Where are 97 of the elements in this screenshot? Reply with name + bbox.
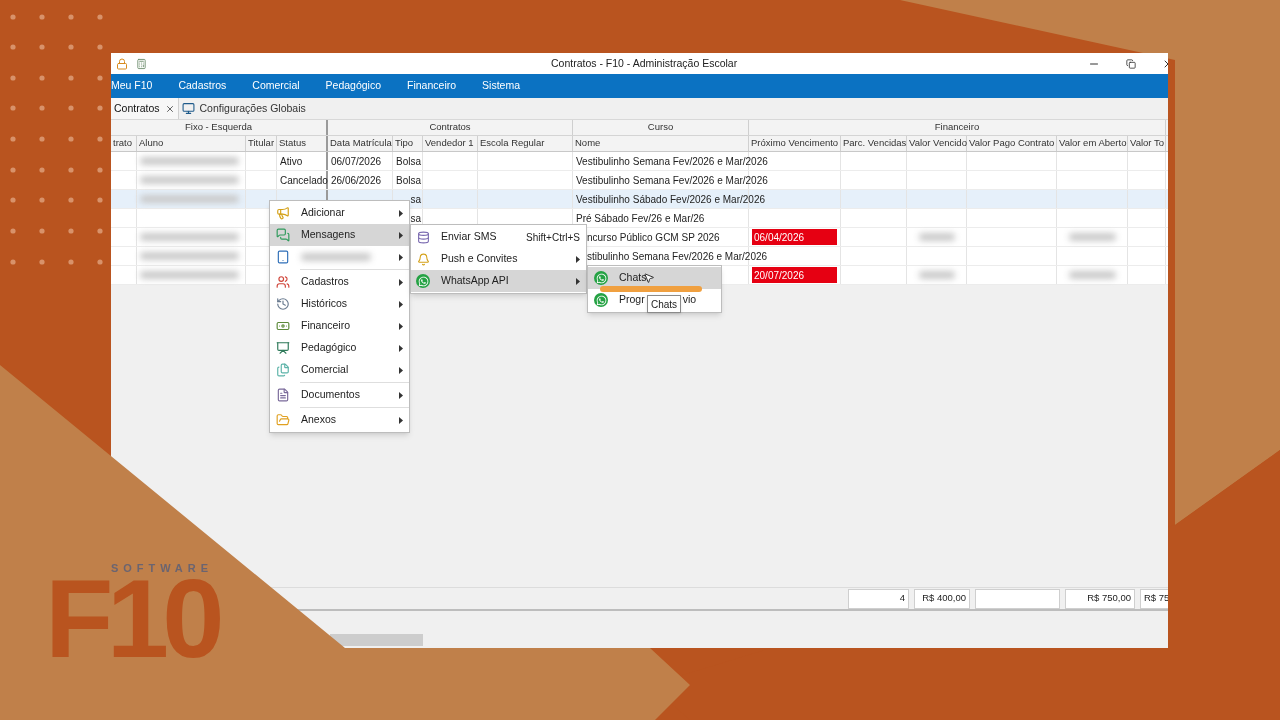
history-icon xyxy=(276,297,290,311)
documents-icon xyxy=(276,363,290,377)
due-date-cell: 06/04/2026 xyxy=(752,229,837,245)
document-icon xyxy=(276,388,290,402)
column-header[interactable]: Valor Vencido xyxy=(907,136,967,151)
caret-icon xyxy=(399,416,403,424)
column-header[interactable]: Tipo xyxy=(393,136,423,151)
table-cell-text: 06/07/2026 xyxy=(331,154,382,169)
close-tab-icon[interactable] xyxy=(164,103,175,114)
caret-icon xyxy=(399,253,403,261)
caret-icon xyxy=(576,255,580,263)
column-header[interactable]: Titular xyxy=(246,136,277,151)
caret-icon xyxy=(399,366,403,374)
menu-item[interactable]: Mensagens xyxy=(270,224,409,246)
column-header[interactable]: Data Matrícula xyxy=(328,136,393,151)
table-cell-text: Vestibulinho Semana Fev/2026 e Mar/2026 xyxy=(576,154,768,169)
people-icon xyxy=(276,275,290,289)
column-header[interactable]: trato xyxy=(111,136,137,151)
shortcut-text: Shift+Ctrl+S xyxy=(526,230,580,245)
column-header[interactable]: Valor To xyxy=(1128,136,1166,151)
bell-icon xyxy=(416,252,430,266)
menu-item[interactable]: Financeiro xyxy=(270,315,409,337)
column-group-header: Contratos xyxy=(328,120,573,135)
menu-item[interactable]: Pedagógico xyxy=(325,78,382,94)
menu-item[interactable]: Comercial xyxy=(252,78,300,94)
monitor-icon xyxy=(181,102,195,115)
calculator-icon[interactable] xyxy=(136,57,147,70)
total-field: R$ 750,00 xyxy=(1065,588,1135,609)
window-title: Contratos - F10 - Administração Escolar xyxy=(551,55,738,71)
chat-bubbles-icon xyxy=(276,228,290,242)
caret-icon xyxy=(399,344,403,352)
whatsapp-icon xyxy=(594,271,608,285)
menu-item[interactable]: Sistema xyxy=(482,78,520,94)
caret-icon xyxy=(399,278,403,286)
menu-item[interactable]: Progr xyxy=(588,289,647,311)
table-cell-text: stibulinho Semana Fev/2026 e Mar/2026 xyxy=(587,249,768,264)
menu-item[interactable]: Enviar SMS Shift+Ctrl+S xyxy=(411,226,586,248)
presentation-board-icon xyxy=(276,341,290,355)
menu-item[interactable]: Cadastros xyxy=(178,78,227,94)
tab[interactable]: Configurações Globais xyxy=(178,98,309,119)
caret-icon xyxy=(399,322,403,330)
caret-icon xyxy=(399,209,403,217)
column-header[interactable]: Parc. Vencidas xyxy=(841,136,907,151)
database-icon xyxy=(416,230,430,244)
table-row[interactable]: Ativo 06/07/2026 Bolsa Vestibulinho Semana Fev/2026 e Mar/2026 xyxy=(111,152,1168,171)
column-header[interactable]: Valor em Aberto xyxy=(1057,136,1128,151)
tab[interactable]: Contratos xyxy=(111,98,179,119)
caret-icon xyxy=(399,231,403,239)
tablet-icon xyxy=(276,250,290,264)
column-header[interactable]: Escola Regular xyxy=(478,136,573,151)
caret-icon xyxy=(399,300,403,308)
folder-icon xyxy=(276,413,290,427)
table-cell-text: Ativo xyxy=(280,154,303,169)
table-cell-text: ncurso Público GCM SP 2026 xyxy=(587,230,720,245)
restore-button[interactable] xyxy=(1126,58,1136,69)
column-group-header: Curso xyxy=(573,120,749,135)
column-header[interactable]: Valor Pago Contrato xyxy=(967,136,1057,151)
caret-icon xyxy=(576,277,580,285)
menu-item-text: vio xyxy=(682,292,697,308)
column-header[interactable]: Vendedor 1 xyxy=(423,136,478,151)
menu-item[interactable]: Documentos xyxy=(270,384,409,406)
megaphone-icon xyxy=(276,206,290,220)
table-cell-text: 26/06/2026 xyxy=(331,173,382,188)
column-header[interactable]: Próximo Vencimento xyxy=(749,136,841,151)
table-cell-text: Cancelado xyxy=(280,173,328,188)
menu-item[interactable]: Anexos xyxy=(270,409,409,431)
table-cell-text: Bolsa xyxy=(396,173,421,188)
blurred-text xyxy=(301,253,371,261)
total-field: 4 xyxy=(848,588,909,609)
lock-icon[interactable] xyxy=(116,57,128,70)
column-header[interactable]: Aluno xyxy=(137,136,246,151)
menu-item[interactable]: Financeiro xyxy=(407,78,457,94)
whatsapp-icon xyxy=(416,274,430,288)
table-cell-text: Vestibulinho Sábado Fev/2026 e Mar/2026 xyxy=(576,192,766,207)
total-field: R$ 400,00 xyxy=(914,588,970,609)
table-cell-text: sa xyxy=(410,211,421,226)
caret-icon xyxy=(399,391,403,399)
menu-item[interactable]: Históricos xyxy=(270,293,409,315)
menu-item[interactable]: Meu F10 xyxy=(111,78,153,94)
column-group-header: Financeiro xyxy=(749,120,1166,135)
scrollbar-thumb[interactable] xyxy=(330,634,423,646)
table-cell-text: Vestibulinho Semana Fev/2026 e Mar/2026 xyxy=(576,173,768,188)
table-cell-text: Pré Sábado Fev/26 e Mar/26 xyxy=(576,211,705,226)
tooltip: Chats xyxy=(647,295,682,313)
menu-item[interactable]: WhatsApp API xyxy=(411,270,586,292)
banknote-icon xyxy=(276,319,290,333)
menu-item[interactable]: Comercial xyxy=(270,359,409,381)
table-row[interactable]: Cancelado 26/06/2026 Bolsa Vestibulinho Semana Fev/2026 e Mar/2026 xyxy=(111,171,1168,190)
brand-tagline: SOFTWARE xyxy=(111,563,213,574)
menu-item[interactable]: Pedagógico xyxy=(270,337,409,359)
table-cell-text: Bolsa xyxy=(396,154,421,169)
due-date-cell: 20/07/2026 xyxy=(752,267,837,283)
menu-item[interactable]: Chats xyxy=(588,267,721,289)
table-cell-text: sa xyxy=(410,192,421,207)
whatsapp-icon xyxy=(594,293,608,307)
table-row[interactable]: sa Vestibulinho Sábado Fev/2026 e Mar/2026 xyxy=(111,190,1168,209)
column-header[interactable]: Nome xyxy=(573,136,749,151)
